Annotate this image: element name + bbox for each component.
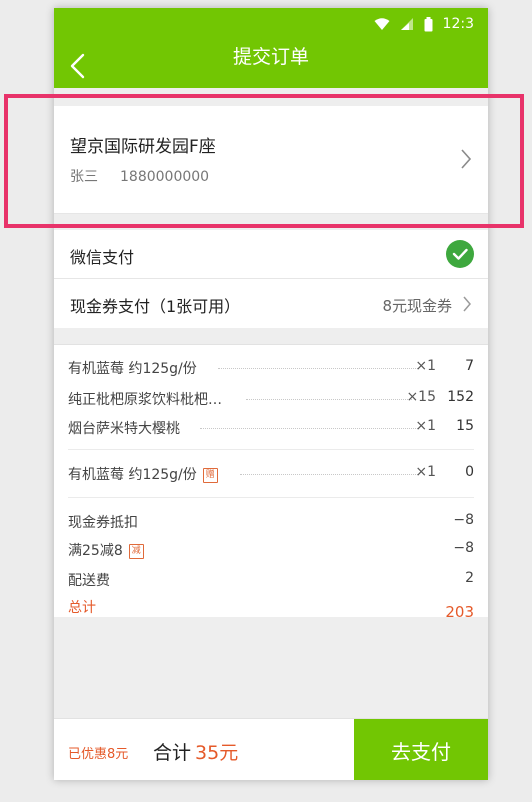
delivery-row: 配送费 2 [68, 570, 474, 594]
status-time: 12:3 [442, 16, 474, 32]
coupon-discount-value: −8 [453, 512, 474, 528]
total-value: 203 [445, 603, 474, 621]
divider [68, 497, 474, 498]
delivery-value: 2 [465, 570, 474, 586]
saved-amount: 已优惠8元 [68, 747, 129, 762]
sum-total: 合计 35元 [153, 738, 238, 765]
contact-phone: 1880000000 [120, 169, 210, 185]
battery-icon [424, 16, 433, 31]
address-contact: 张三 1880000000 [70, 166, 209, 186]
promo-tag: 减 [128, 543, 144, 559]
chevron-right-icon [461, 149, 472, 169]
signal-icon [400, 18, 413, 30]
gift-name: 有机蓝莓 约125g/份 [68, 467, 197, 483]
sum-amount: 35元 [195, 742, 239, 764]
promo-label: 满25减8 [68, 543, 123, 559]
wechat-pay-label: 微信支付 [70, 248, 135, 267]
payment-card: 微信支付 现金券支付（1张可用） 8元现金券 [54, 230, 488, 328]
item-price: 0 [465, 464, 474, 480]
item-qty: ×1 [415, 464, 436, 480]
wechat-pay-row[interactable]: 微信支付 [54, 230, 488, 279]
sum-label: 合计 [153, 742, 192, 764]
item-name: 纯正枇杷原浆饮料枇杷… [68, 389, 222, 409]
wifi-icon [374, 18, 390, 30]
list-item: 烟台萨米特大樱桃 ×1 15 [68, 415, 474, 439]
gift-tag: 赠 [202, 467, 218, 483]
item-price: 152 [447, 389, 474, 405]
delivery-label: 配送费 [68, 573, 110, 589]
coupon-discount-row: 现金券抵扣 −8 [68, 512, 474, 536]
contact-name: 张三 [70, 169, 98, 185]
total-label: 总计 [68, 600, 96, 616]
item-name: 烟台萨米特大樱桃 [68, 418, 180, 438]
list-item: 纯正枇杷原浆饮料枇杷… ×15 152 [68, 386, 474, 410]
status-bar: 12:3 [374, 14, 474, 34]
promo-row: 满25减8 减 −8 [68, 540, 474, 564]
address-card[interactable]: 望京国际研发园F座 张三 1880000000 [54, 106, 488, 214]
app-header: 12:3 提交订单 [54, 8, 488, 88]
coupon-value: 8元现金券 [382, 297, 452, 315]
phone-screen: 12:3 提交订单 望京国际研发园F座 张三 1880000000 微信支付 现金… [54, 8, 488, 780]
item-qty: ×15 [406, 389, 436, 405]
item-price: 15 [456, 418, 474, 434]
address-place: 望京国际研发园F座 [70, 137, 216, 157]
page-title: 提交订单 [232, 46, 309, 68]
checkout-bar: 已优惠8元 合计 35元 去支付 [54, 718, 488, 780]
coupon-pay-label: 现金券支付（1张可用） [70, 297, 241, 316]
coupon-pay-row[interactable]: 现金券支付（1张可用） 8元现金券 [54, 279, 488, 327]
item-price: 7 [465, 358, 474, 374]
list-item: 有机蓝莓 约125g/份 ×1 7 [68, 355, 474, 379]
order-items-card: 有机蓝莓 约125g/份 ×1 7 纯正枇杷原浆饮料枇杷… ×15 152 烟台… [54, 344, 488, 621]
total-row: 总计 203 [68, 597, 474, 621]
gift-name-wrap: 有机蓝莓 约125g/份赠 [68, 464, 218, 484]
item-name: 有机蓝莓 约125g/份 [68, 358, 197, 378]
divider [68, 449, 474, 450]
gift-item: 有机蓝莓 约125g/份赠 ×1 0 [68, 461, 474, 485]
chevron-right-icon [463, 296, 471, 312]
promo-value: −8 [453, 540, 474, 556]
pay-button[interactable]: 去支付 [354, 719, 488, 780]
item-qty: ×1 [415, 418, 436, 434]
coupon-discount-label: 现金券抵扣 [68, 515, 138, 531]
checkmark-icon [446, 240, 474, 268]
item-qty: ×1 [415, 358, 436, 374]
